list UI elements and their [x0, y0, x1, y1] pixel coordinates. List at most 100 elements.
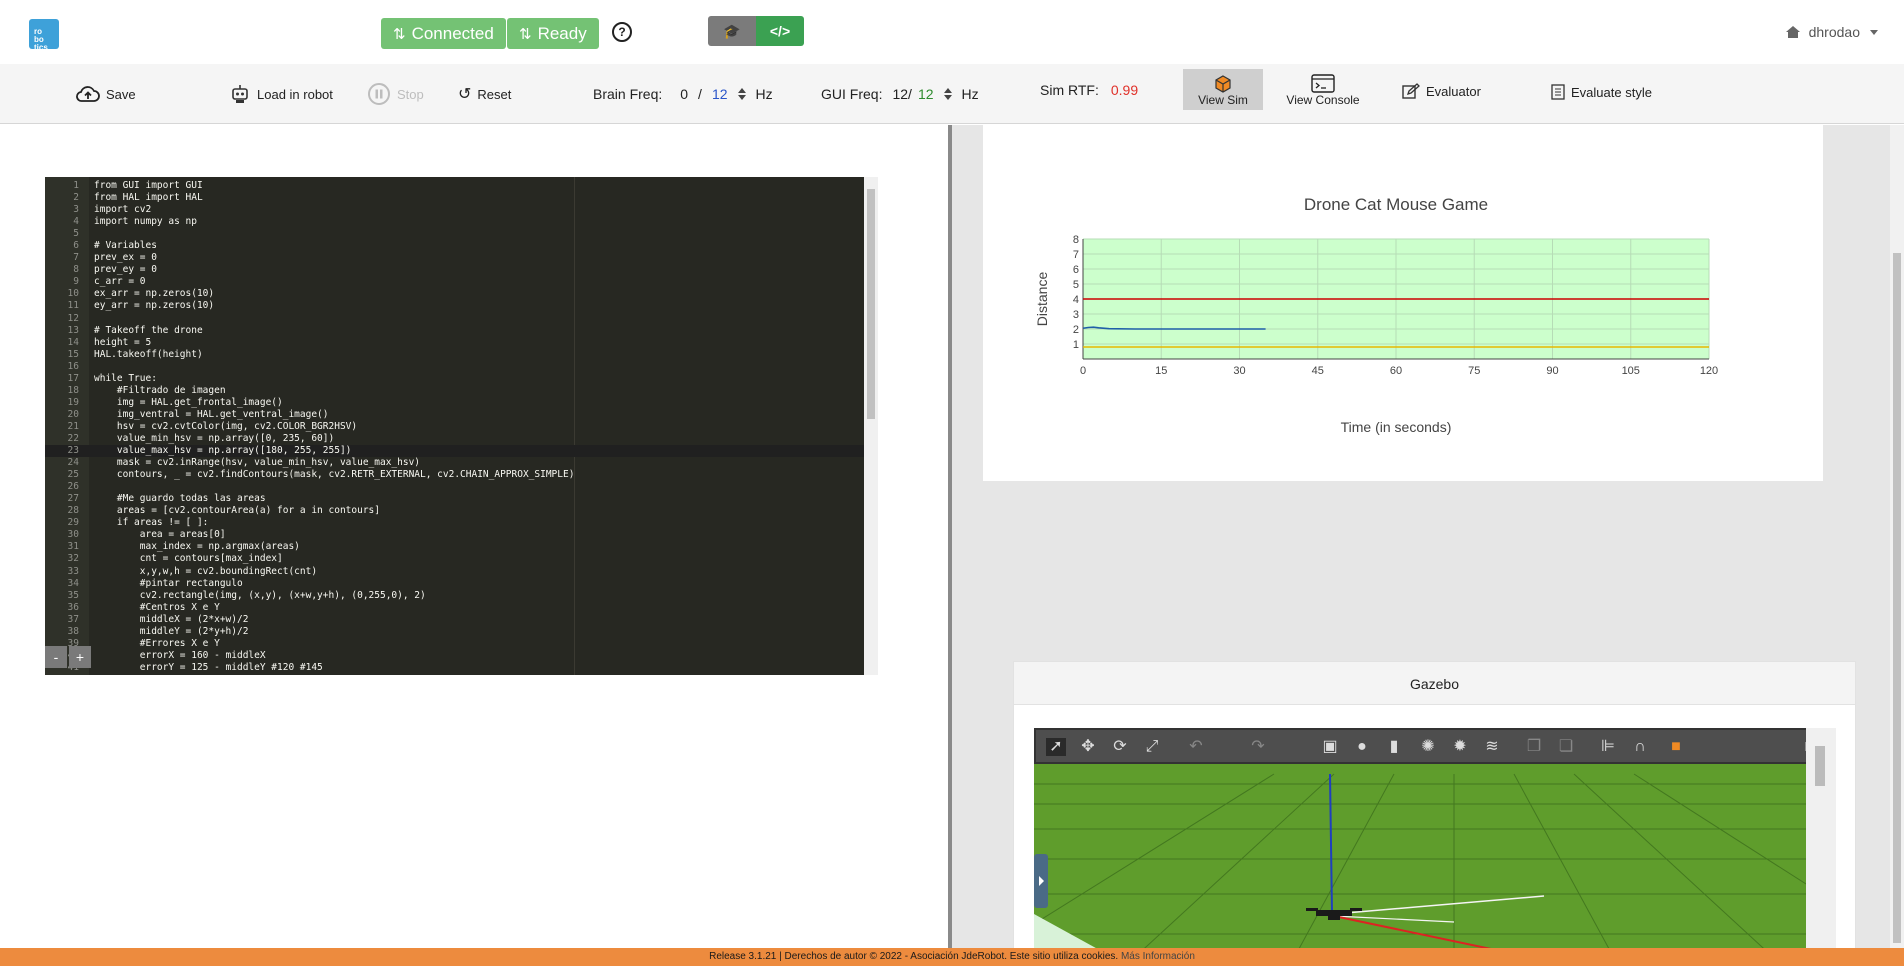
code-line[interactable]: 17 while True:	[45, 373, 878, 385]
gazebo-scroll-thumb[interactable]	[1815, 746, 1825, 786]
code-line[interactable]: 33 x,y,w,h = cv2.boundingRect(cnt)	[45, 566, 878, 578]
spot-light-icon[interactable]: ✹	[1450, 738, 1470, 756]
home-icon[interactable]	[1785, 26, 1800, 38]
gui-freq-target[interactable]: 12	[918, 86, 934, 102]
font-decrease-button[interactable]: -	[45, 646, 67, 668]
code-line[interactable]: 18 #Filtrado de imagen	[45, 385, 878, 397]
select-arrow-icon[interactable]: ➚	[1046, 738, 1066, 756]
code-line[interactable]: 8 prev_ey = 0	[45, 264, 878, 276]
stop-button[interactable]: Stop	[367, 64, 424, 124]
ready-button[interactable]: ⇅ Ready	[507, 18, 599, 49]
code-line[interactable]: 23 value_max_hsv = np.array([180, 255, 2…	[45, 445, 878, 458]
font-increase-button[interactable]: +	[69, 646, 91, 668]
box-shape-icon[interactable]: ▣	[1320, 738, 1340, 756]
code-line[interactable]: 7 prev_ex = 0	[45, 252, 878, 264]
redo-icon[interactable]: ↷	[1248, 738, 1268, 756]
cylinder-shape-icon[interactable]: ▮	[1384, 738, 1404, 756]
y-axis-label: Distance	[1034, 272, 1050, 327]
code-line[interactable]: 14 height = 5	[45, 337, 878, 349]
gazebo-scrollbar[interactable]	[1806, 728, 1836, 948]
code-line[interactable]: 31 max_index = np.argmax(areas)	[45, 541, 878, 553]
code-line[interactable]: 26	[45, 481, 878, 493]
code-line[interactable]: 34 #pintar rectangulo	[45, 578, 878, 590]
code-line[interactable]: 32 cnt = contours[max_index]	[45, 553, 878, 565]
code-line[interactable]: 36 #Centros X e Y	[45, 602, 878, 614]
view-angle-icon[interactable]: ■	[1666, 738, 1686, 756]
snap-magnet-icon[interactable]: ∩	[1630, 738, 1650, 756]
code-line[interactable]: 3 import cv2	[45, 204, 878, 216]
education-mode-button[interactable]: 🎓	[708, 16, 756, 46]
code-line[interactable]: 21 hsv = cv2.cvtColor(img, cv2.COLOR_BGR…	[45, 421, 878, 433]
code-line[interactable]: 12	[45, 313, 878, 325]
gui-freq-stepper[interactable]	[943, 88, 952, 100]
code-line[interactable]: 27 #Me guardo todas las areas	[45, 493, 878, 505]
code-line[interactable]: 40 errorX = 160 - middleX	[45, 650, 878, 662]
evaluator-button[interactable]: Evaluator	[1402, 61, 1481, 121]
brain-freq-target[interactable]: 12	[712, 86, 728, 102]
code-line[interactable]: 29 if areas != [ ]:	[45, 517, 878, 529]
code-line[interactable]: 19 img = HAL.get_frontal_image()	[45, 397, 878, 409]
load-in-robot-button[interactable]: Load in robot	[229, 64, 333, 124]
x-axis-label: Time (in seconds)	[1341, 419, 1452, 435]
sphere-shape-icon[interactable]: ●	[1352, 738, 1372, 756]
code-line[interactable]: 24 mask = cv2.inRange(hsv, value_min_hsv…	[45, 457, 878, 469]
code-line[interactable]: 5	[45, 228, 878, 240]
code-line[interactable]: 4 import numpy as np	[45, 216, 878, 228]
reset-button[interactable]: ↺ Reset	[458, 64, 511, 124]
editor-scrollbar[interactable]	[864, 177, 878, 675]
paste-icon[interactable]: ❏	[1556, 738, 1576, 756]
robot-icon	[232, 85, 248, 103]
gazebo-viewport[interactable]: ➚ ✥ ⟳ ⤢ ↶ ↷ ▣ ● ▮ ✺ ✹ ≋ ❐ ❏ ⊫ ∩ ■ ◙	[1034, 728, 1836, 948]
code-line[interactable]: 28 areas = [cv2.contourArea(a) for a in …	[45, 505, 878, 517]
code-text: # Variables	[94, 240, 157, 252]
code-line[interactable]: 38 middleY = (2*y+h)/2	[45, 626, 878, 638]
more-info-link[interactable]: Más Información	[1121, 951, 1195, 962]
code-line[interactable]: 35 cv2.rectangle(img, (x,y), (x+w,y+h), …	[45, 590, 878, 602]
scale-icon[interactable]: ⤢	[1142, 738, 1162, 756]
line-number: 4	[73, 216, 79, 228]
code-line[interactable]: 41 errorY = 125 - middleY #120 #145	[45, 662, 878, 674]
code-mode-button[interactable]: </>	[756, 16, 804, 46]
directional-light-icon[interactable]: ≋	[1482, 738, 1502, 756]
y-tick-label: 5	[1073, 279, 1079, 291]
code-line[interactable]: 25 contours, _ = cv2.findContours(mask, …	[45, 469, 878, 481]
code-text: # Takeoff the drone	[94, 324, 203, 336]
code-line[interactable]: 39 #Errores X e Y	[45, 638, 878, 650]
sim-pane-scrollbar[interactable]	[1890, 125, 1904, 948]
gui-freq-unit: Hz	[961, 86, 979, 102]
rotate-icon[interactable]: ⟳	[1110, 738, 1130, 756]
code-line[interactable]: 22 value_min_hsv = np.array([0, 235, 60]…	[45, 433, 878, 445]
view-sim-button[interactable]: View Sim	[1183, 69, 1263, 110]
help-icon[interactable]: ?	[612, 22, 632, 42]
code-line[interactable]: 10 ex_arr = np.zeros(10)	[45, 288, 878, 300]
point-light-icon[interactable]: ✺	[1418, 738, 1438, 756]
code-line[interactable]: 2 from HAL import HAL	[45, 192, 878, 204]
evaluate-style-button[interactable]: Evaluate style	[1551, 62, 1652, 122]
style-list-icon	[1551, 84, 1565, 100]
code-line[interactable]: 6 # Variables	[45, 240, 878, 252]
code-line[interactable]: 11 ey_arr = np.zeros(10)	[45, 300, 878, 312]
code-editor[interactable]: 1 from GUI import GUI 2 from HAL import HAL…	[45, 177, 878, 675]
align-icon[interactable]: ⊫	[1598, 738, 1618, 756]
copy-icon[interactable]: ❐	[1524, 738, 1544, 756]
code-line[interactable]: 9 c_arr = 0	[45, 276, 878, 288]
user-menu[interactable]: dhrodao	[1785, 24, 1878, 40]
brain-freq-stepper[interactable]	[737, 88, 746, 100]
logo[interactable]: ro bo tics	[29, 19, 59, 52]
code-line[interactable]: 20 img_ventral = HAL.get_ventral_image()	[45, 409, 878, 421]
code-line[interactable]: 16	[45, 361, 878, 373]
code-line[interactable]: 1 from GUI import GUI	[45, 180, 878, 192]
view-console-button[interactable]: View Console	[1284, 69, 1362, 110]
code-line[interactable]: 37 middleX = (2*x+w)/2	[45, 614, 878, 626]
connected-button[interactable]: ⇅ Connected	[381, 18, 506, 49]
sim-pane-scroll-thumb[interactable]	[1893, 253, 1901, 943]
code-line[interactable]: 30 area = areas[0]	[45, 529, 878, 541]
code-line[interactable]: 13 # Takeoff the drone	[45, 325, 878, 337]
translate-icon[interactable]: ✥	[1078, 738, 1098, 756]
code-line[interactable]: 15 HAL.takeoff(height)	[45, 349, 878, 361]
code-lines[interactable]: 1 from GUI import GUI 2 from HAL import HAL…	[45, 180, 878, 674]
undo-icon[interactable]: ↶	[1186, 738, 1206, 756]
save-button[interactable]: Save	[76, 64, 136, 124]
editor-scroll-thumb[interactable]	[867, 189, 875, 419]
code-text: value_max_hsv = np.array([180, 255, 255]…	[94, 445, 352, 457]
